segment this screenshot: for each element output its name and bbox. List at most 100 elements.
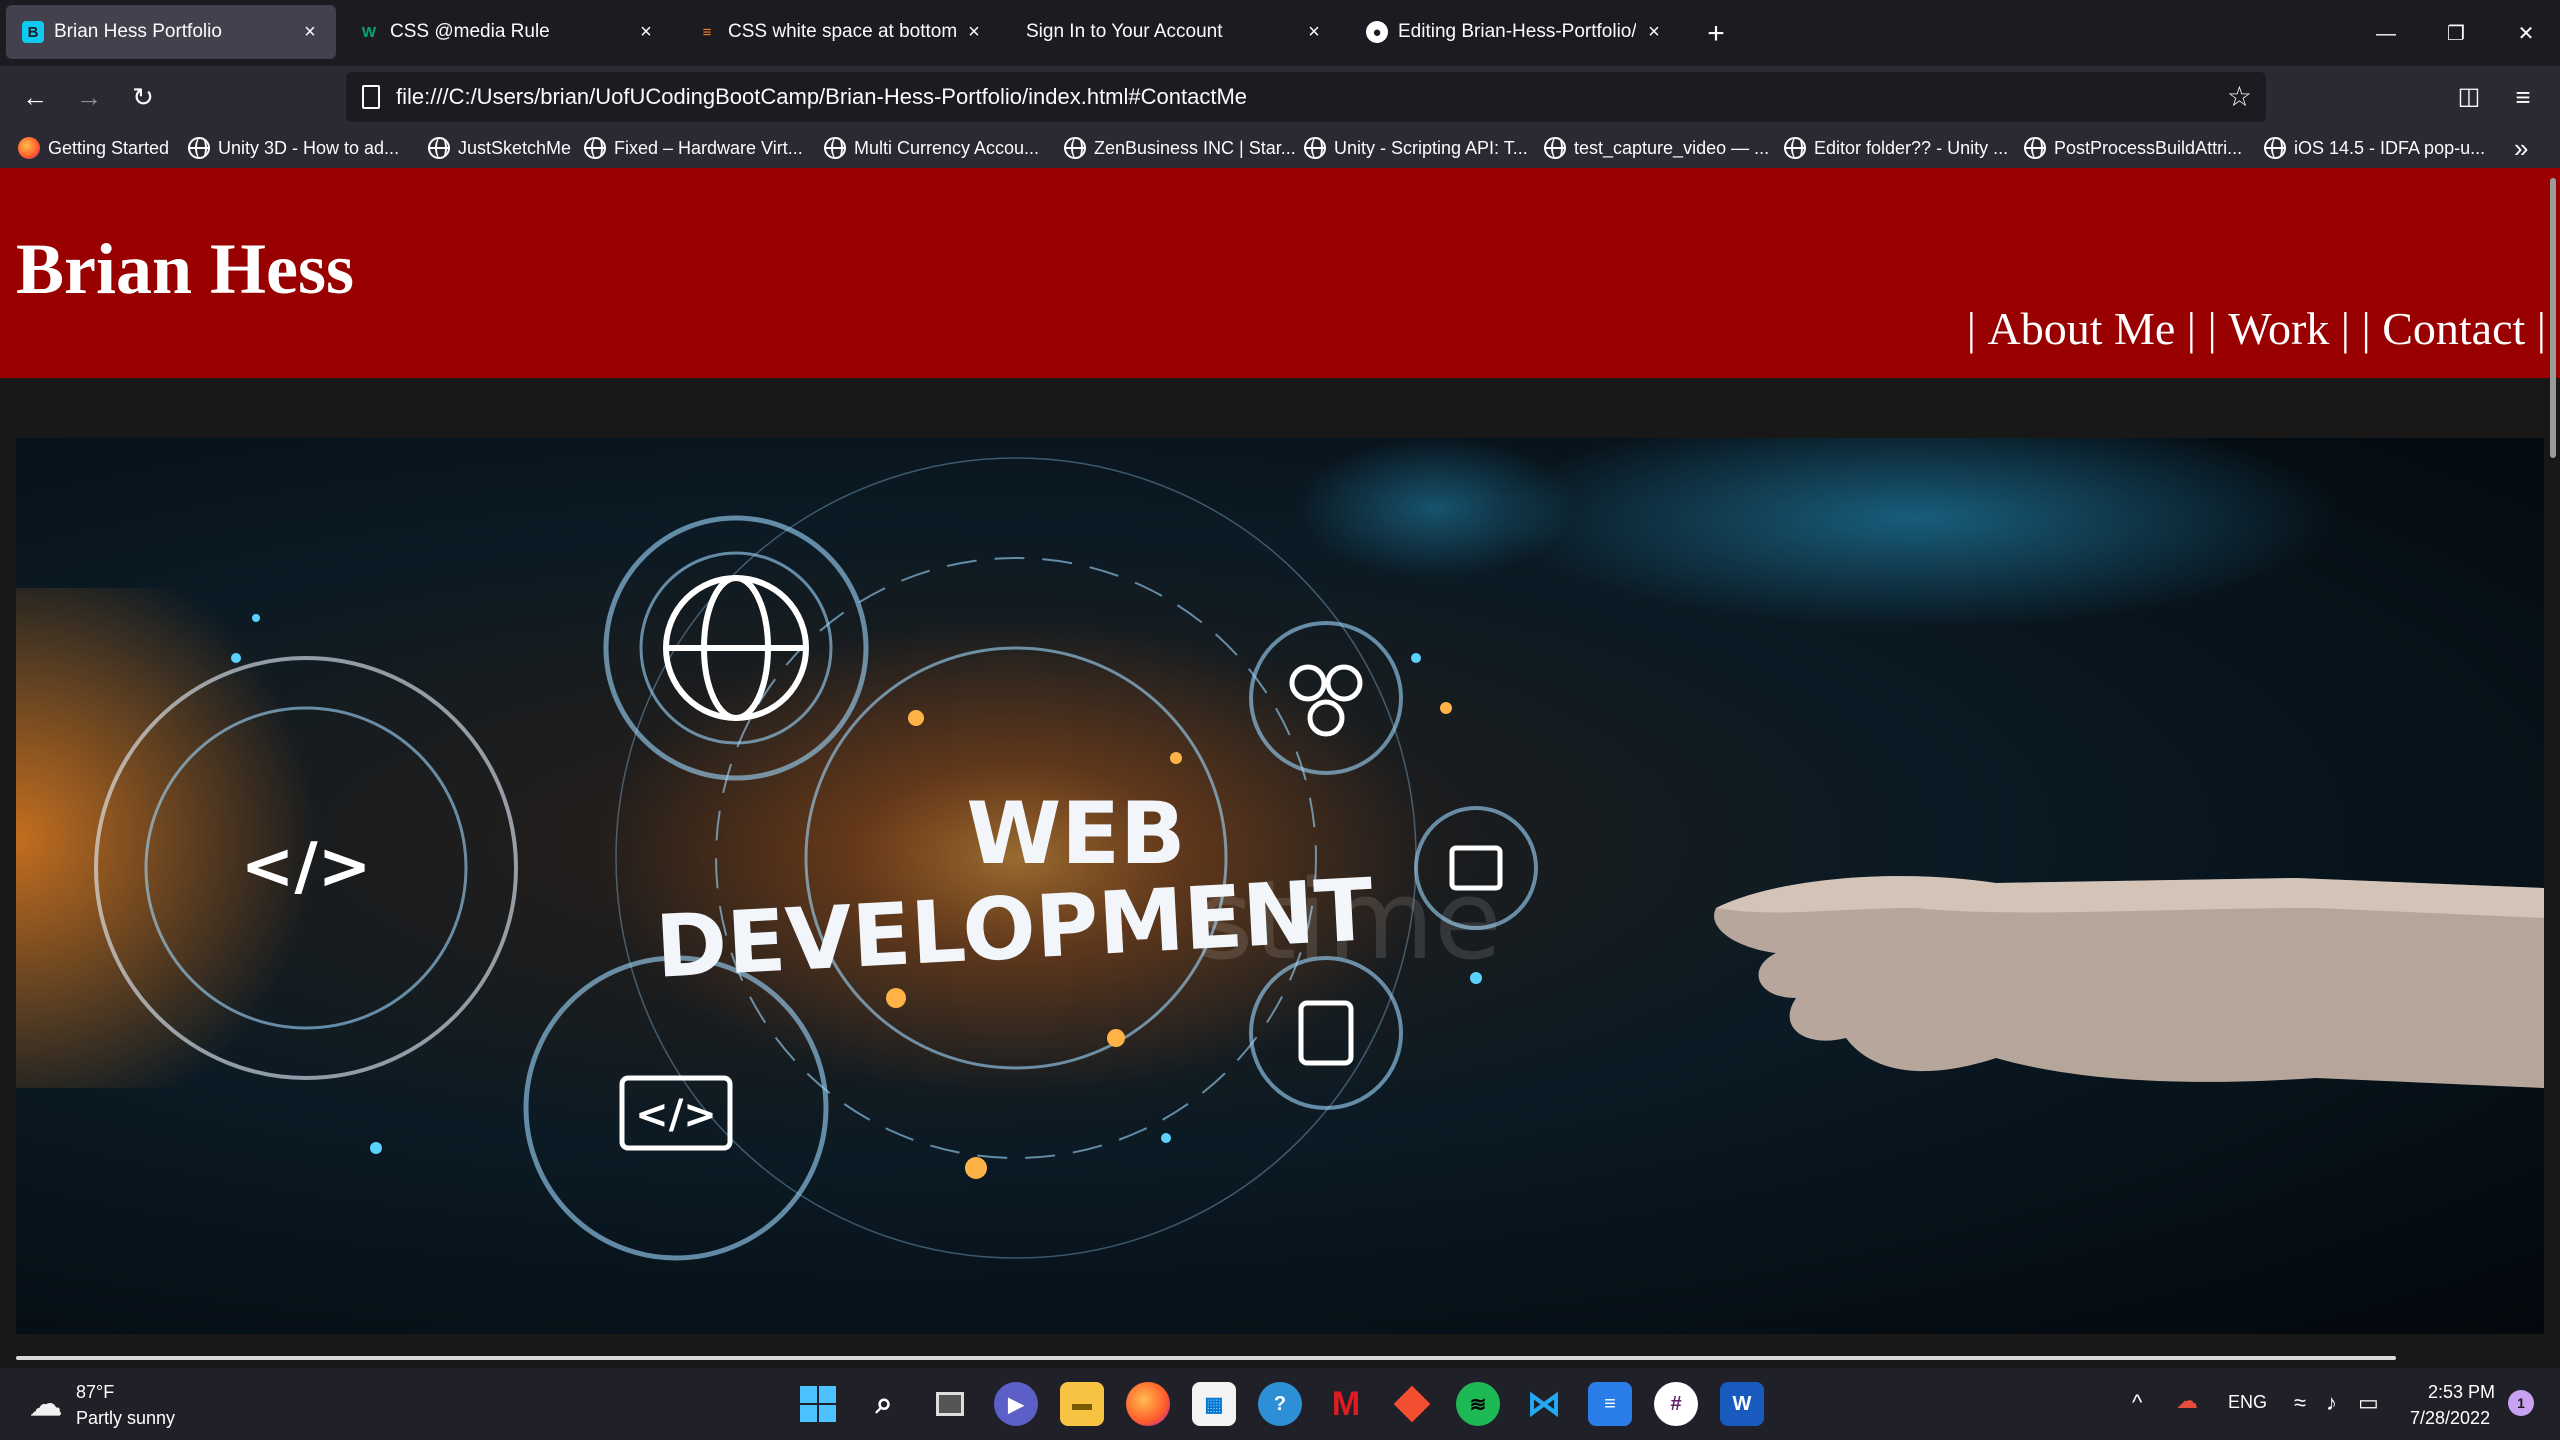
new-tab-button[interactable]: + [1696, 14, 1736, 54]
reload-button[interactable]: ↻ [122, 76, 164, 118]
vscode-icon[interactable]: ⋈ [1522, 1382, 1566, 1426]
volume-icon[interactable]: ♪ [2326, 1390, 2337, 1416]
onedrive-icon[interactable]: ☁ [2176, 1388, 2198, 1414]
bookmark-label: Getting Started [48, 137, 170, 158]
mcafee-icon[interactable]: M [1324, 1382, 1368, 1426]
bookmark-item[interactable]: PostProcessBuildAttri... [2024, 128, 2242, 168]
pocket-icon[interactable]: ◫ [2448, 76, 2490, 118]
language-indicator[interactable]: ENG [2228, 1392, 2267, 1413]
bookmark-item[interactable]: Unity - Scripting API: T... [1304, 128, 1528, 168]
nav-link-about-me[interactable]: About Me [1987, 302, 2175, 355]
slack-icon[interactable]: # [1654, 1382, 1698, 1426]
bookmarks-overflow-icon[interactable]: » [2514, 128, 2528, 168]
notification-badge[interactable]: 1 [2508, 1390, 2534, 1416]
close-icon[interactable]: × [1304, 21, 1324, 44]
microsoft-store-icon[interactable]: ▦ [1192, 1382, 1236, 1426]
watermark-text: stime [1196, 856, 1502, 984]
bookmark-label: iOS 14.5 - IDFA pop-u... [2294, 137, 2486, 158]
clock-time[interactable]: 2:53 PM [2428, 1382, 2495, 1403]
minimize-button[interactable]: — [2366, 14, 2406, 54]
bookmark-star-icon[interactable]: ☆ [2227, 72, 2252, 122]
windows-start-icon[interactable] [796, 1382, 840, 1426]
back-button[interactable]: ← [14, 76, 56, 118]
globe-icon [2024, 137, 2046, 159]
hero-line-web: WEB [966, 784, 1185, 884]
bookmark-label: Editor folder?? - Unity ... [1814, 137, 2009, 158]
bookmark-item[interactable]: iOS 14.5 - IDFA pop-u... [2264, 128, 2485, 168]
firefox-icon [18, 137, 40, 159]
search-icon[interactable]: ⌕ [862, 1382, 906, 1426]
globe-icon [188, 137, 210, 159]
site-title: Brian Hess [16, 229, 355, 309]
clock-date[interactable]: 7/28/2022 [2410, 1408, 2490, 1429]
git-icon[interactable] [1390, 1382, 1434, 1426]
bookmarks-toolbar: Getting Started Unity 3D - How to ad... … [0, 128, 2560, 168]
spotify-icon[interactable]: ≋ [1456, 1382, 1500, 1426]
bookmark-item[interactable]: Getting Started [18, 128, 169, 168]
globe-icon [824, 137, 846, 159]
svg-text:</>: </> [635, 1092, 717, 1138]
globe-icon [1304, 137, 1326, 159]
tab-title: CSS @media Rule [390, 21, 550, 42]
bookmark-item[interactable]: Unity 3D - How to ad... [188, 128, 399, 168]
stackoverflow-icon: ≡ [702, 23, 712, 41]
site-header: Brian Hess | About Me | | Work | | Conta… [0, 168, 2560, 378]
hero-image: </> </> WEB DEVELOPMENT stime [16, 438, 2544, 1334]
bookmark-label: JustSketchMe [458, 137, 572, 158]
weather-icon[interactable]: ☁ [26, 1384, 66, 1424]
bookmark-item[interactable]: ZenBusiness INC | Star... [1064, 128, 1296, 168]
battery-icon[interactable]: ▭ [2358, 1390, 2379, 1416]
help-icon[interactable]: ? [1258, 1382, 1302, 1426]
page-scrollbar[interactable] [2550, 178, 2556, 458]
bookmark-label: Multi Currency Accou... [854, 137, 1040, 158]
tray-overflow-icon[interactable]: ^ [2132, 1390, 2142, 1416]
close-icon[interactable]: × [636, 21, 656, 44]
page-icon [362, 85, 380, 109]
word-icon[interactable]: W [1720, 1382, 1764, 1426]
bookmark-item[interactable]: JustSketchMe [428, 128, 571, 168]
task-view-icon[interactable] [928, 1382, 972, 1426]
notepad-icon[interactable]: ≡ [1588, 1382, 1632, 1426]
bookmark-item[interactable]: Editor folder?? - Unity ... [1784, 128, 2008, 168]
close-window-button[interactable]: ✕ [2506, 14, 2546, 54]
hero-illustration: </> </> WEB DEVELOPMENT stime [16, 438, 2544, 1261]
tab-title: Brian Hess Portfolio [54, 21, 222, 42]
close-icon[interactable]: × [1644, 21, 1664, 44]
globe-icon [428, 137, 450, 159]
windows-taskbar: ☁ 87°F Partly sunny ⌕ ▶ ▬ ▦ ? M ≋ ⋈ ≡ # … [0, 1368, 2560, 1440]
tab-title: Editing Brian-Hess-Portfolio/RE [1398, 21, 1636, 42]
tab-editing-github[interactable]: ● Editing Brian-Hess-Portfolio/RE × [1350, 5, 1680, 59]
tab-sign-in[interactable]: Sign In to Your Account × [1010, 5, 1340, 59]
hand-illustration [1714, 876, 2544, 1088]
tab-css-media-rule[interactable]: W CSS @media Rule × [342, 5, 672, 59]
bookmark-label: Unity 3D - How to ad... [218, 137, 400, 158]
url-text: file:///C:/Users/brian/UofUCodingBootCam… [396, 84, 1248, 109]
wifi-icon[interactable]: ≈ [2294, 1390, 2306, 1416]
nav-separator: | [1966, 303, 1988, 354]
globe-icon [1064, 137, 1086, 159]
nav-separator: | | [2329, 303, 2383, 354]
tab-css-white-space[interactable]: ≡ CSS white space at bottom of p × [680, 5, 1000, 59]
url-bar[interactable]: file:///C:/Users/brian/UofUCodingBootCam… [346, 72, 2266, 122]
bookmark-item[interactable]: Fixed – Hardware Virt... [584, 128, 803, 168]
tab-strip: B Brian Hess Portfolio × W CSS @media Ru… [0, 0, 2560, 66]
bootstrap-icon: B [22, 21, 44, 43]
w3schools-icon: W [361, 23, 377, 41]
close-icon[interactable]: × [300, 21, 320, 44]
forward-button[interactable]: → [68, 76, 110, 118]
restore-button[interactable]: ❐ [2436, 14, 2476, 54]
nav-link-contact[interactable]: Contact [2382, 302, 2525, 355]
bookmark-label: test_capture_video — ... [1574, 137, 1770, 158]
close-icon[interactable]: × [964, 21, 984, 44]
firefox-icon[interactable] [1126, 1382, 1170, 1426]
weather-condition: Partly sunny [76, 1408, 176, 1428]
bookmark-label: PostProcessBuildAttri... [2054, 137, 2243, 158]
svg-text:</>: </> [241, 830, 372, 904]
tab-brian-hess-portfolio[interactable]: B Brian Hess Portfolio × [6, 5, 336, 59]
nav-link-work[interactable]: Work [2228, 302, 2329, 355]
file-explorer-icon[interactable]: ▬ [1060, 1382, 1104, 1426]
bookmark-item[interactable]: test_capture_video — ... [1544, 128, 1769, 168]
teams-chat-icon[interactable]: ▶ [994, 1382, 1038, 1426]
bookmark-item[interactable]: Multi Currency Accou... [824, 128, 1039, 168]
menu-icon[interactable]: ≡ [2502, 76, 2544, 118]
